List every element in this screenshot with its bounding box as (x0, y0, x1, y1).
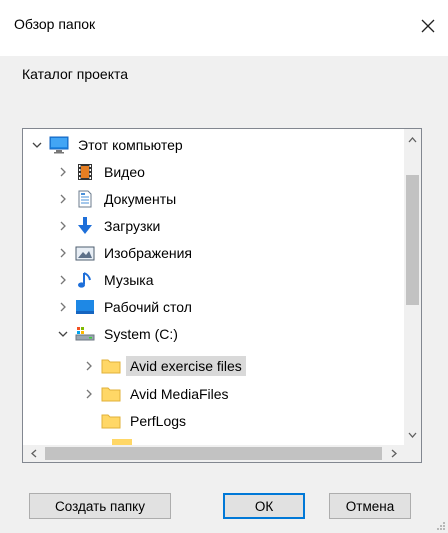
folder-icon (101, 385, 121, 403)
folder-tree[interactable]: Этот компьютер Видео Документы Загрузки (22, 128, 422, 463)
chevron-right-icon[interactable] (55, 302, 71, 312)
drive-icon (75, 325, 95, 343)
chevron-right-icon[interactable] (55, 221, 71, 231)
downloads-folder-icon (75, 217, 95, 235)
cancel-button[interactable]: Отмена (329, 493, 411, 519)
scroll-thumb[interactable] (406, 175, 419, 305)
tree-item-system-drive[interactable]: System (C:) (55, 321, 182, 347)
dialog-description: Каталог проекта (22, 66, 129, 82)
tree-items: Этот компьютер Видео Документы Загрузки (23, 129, 404, 445)
chevron-right-icon[interactable] (55, 248, 71, 258)
title-bar: Обзор папок (0, 0, 448, 56)
scroll-left-icon[interactable] (25, 445, 42, 462)
tree-item-label: Этот компьютер (78, 137, 183, 153)
computer-icon (49, 136, 69, 154)
tree-item-desktop[interactable]: Рабочий стол (55, 294, 196, 320)
music-folder-icon (75, 271, 95, 289)
folder-icon (101, 412, 121, 430)
vertical-scrollbar[interactable] (404, 129, 421, 445)
scroll-down-icon[interactable] (404, 426, 421, 443)
scrollbar-corner (404, 445, 421, 462)
tree-item-this-pc[interactable]: Этот компьютер (29, 132, 187, 158)
tree-item-label: Изображения (104, 245, 192, 261)
tree-item-documents[interactable]: Документы (55, 186, 180, 212)
tree-item-label: Документы (104, 191, 177, 207)
chevron-right-icon[interactable] (55, 194, 71, 204)
tree-item-downloads[interactable]: Загрузки (55, 213, 164, 239)
resize-grip-icon[interactable] (434, 519, 446, 531)
tree-item-label: Avid MediaFiles (130, 386, 229, 402)
chevron-right-icon[interactable] (81, 389, 97, 399)
chevron-down-icon[interactable] (55, 329, 71, 339)
pictures-folder-icon (75, 244, 95, 262)
chevron-right-icon[interactable] (55, 275, 71, 285)
tree-item-video[interactable]: Видео (55, 159, 149, 185)
chevron-right-icon[interactable] (81, 361, 97, 371)
tree-item-label: System (C:) (104, 326, 178, 342)
tree-item-avid-exercise-files[interactable]: Avid exercise files (81, 353, 246, 379)
tree-item-music[interactable]: Музыка (55, 267, 158, 293)
tree-item-perflogs[interactable]: PerfLogs (81, 408, 190, 434)
scroll-up-icon[interactable] (404, 131, 421, 148)
horizontal-scrollbar[interactable] (23, 445, 404, 462)
scroll-right-icon[interactable] (385, 445, 402, 462)
tree-item-label: Музыка (104, 272, 154, 288)
close-button[interactable] (408, 6, 448, 46)
documents-folder-icon (75, 190, 95, 208)
tree-item-avid-mediafiles[interactable]: Avid MediaFiles (81, 381, 233, 407)
tree-item-pictures[interactable]: Изображения (55, 240, 196, 266)
tree-item-label: Видео (104, 164, 145, 180)
tree-item-label: PerfLogs (130, 413, 187, 429)
folder-icon (101, 357, 121, 375)
close-icon (421, 19, 435, 33)
ok-button[interactable]: ОК (223, 493, 305, 519)
window-title: Обзор папок (14, 16, 96, 32)
tree-item-label: Загрузки (104, 218, 161, 234)
video-folder-icon (75, 163, 95, 181)
tree-item-label: Avid exercise files (126, 356, 246, 376)
tree-item-label: Рабочий стол (104, 299, 192, 315)
chevron-down-icon[interactable] (29, 140, 45, 150)
scroll-thumb[interactable] (45, 447, 382, 460)
desktop-folder-icon (75, 298, 95, 316)
chevron-right-icon[interactable] (55, 167, 71, 177)
new-folder-button[interactable]: Создать папку (29, 493, 171, 519)
